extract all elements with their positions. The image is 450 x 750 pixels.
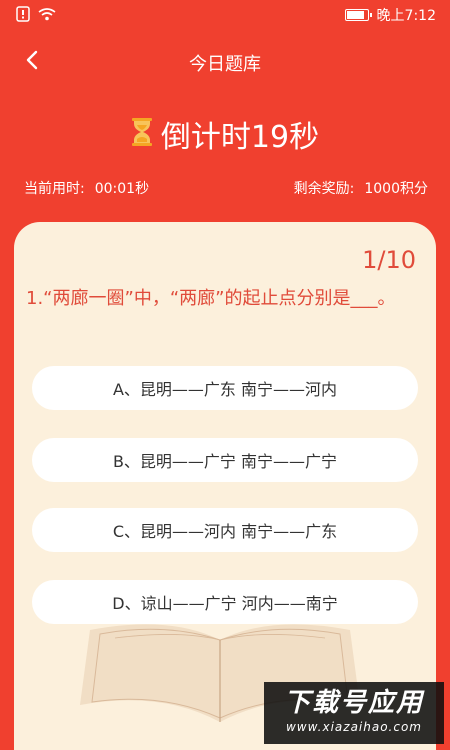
reward-value: 1000积分: [364, 181, 428, 197]
stats-row: 当前用时: 00:01秒 剩余奖励: 1000积分: [0, 178, 450, 198]
remaining-reward: 剩余奖励: 1000积分: [294, 178, 428, 198]
elapsed-value: 00:01秒: [94, 181, 150, 197]
battery-icon: [344, 9, 372, 21]
status-time: 晚上7:12: [376, 8, 436, 24]
option-a[interactable]: A、昆明——广东 南宁——河内: [32, 366, 418, 410]
timer-text: 倒计时19秒: [160, 120, 320, 155]
reward-label: 剩余奖励:: [293, 181, 355, 197]
watermark-url: www.xiazaihao.com: [285, 720, 422, 734]
wifi-icon: [38, 7, 56, 25]
notification-icon: [16, 6, 30, 26]
quiz-screen: 晚上7:12 今日题库 倒计时19秒 当前用时: 00:01秒 剩余奖励: 10…: [0, 0, 450, 750]
question-progress: 1/10: [362, 246, 416, 274]
page-title: 今日题库: [189, 54, 261, 75]
status-right: 晚上7:12: [344, 5, 436, 25]
question-text: 1.“两廊一圈”中，“两廊”的起止点分别是___。: [26, 288, 396, 309]
hourglass-icon: [131, 117, 153, 151]
status-left: [16, 6, 56, 26]
option-c[interactable]: C、昆明——河内 南宁——广东: [32, 508, 418, 552]
watermark-logo: 下载号应用 www.xiazaihao.com: [264, 682, 444, 744]
status-bar: 晚上7:12: [0, 0, 450, 32]
elapsed-time: 当前用时: 00:01秒: [24, 178, 149, 198]
elapsed-label: 当前用时:: [24, 181, 85, 197]
option-b[interactable]: B、昆明——广宁 南宁——广宁: [32, 438, 418, 482]
watermark-main: 下载号应用: [283, 688, 424, 718]
countdown-timer: 倒计时19秒: [0, 112, 450, 156]
nav-bar: 今日题库: [0, 40, 450, 84]
